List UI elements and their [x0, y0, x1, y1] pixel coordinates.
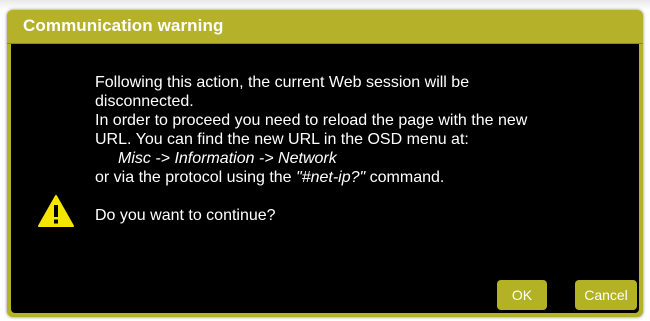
protocol-prefix: or via the protocol using the — [95, 169, 297, 186]
osd-menu-path: Misc -> Information -> Network — [118, 150, 337, 167]
ok-button[interactable]: OK — [497, 280, 547, 310]
dialog-title: Communication warning — [23, 16, 224, 35]
dialog-body: Following this action, the current Web s… — [11, 44, 639, 313]
message-spacer — [95, 187, 635, 206]
warning-triangle-icon — [38, 195, 74, 227]
backdrop-strip — [0, 0, 650, 10]
confirm-question: Do you want to continue? — [95, 207, 276, 224]
message-line: URL. You can find the new URL in the OSD… — [95, 131, 469, 148]
dialog-message: Following this action, the current Web s… — [95, 73, 635, 225]
communication-warning-dialog: Communication warning Following this act… — [7, 10, 643, 317]
message-line: Following this action, the current Web s… — [95, 74, 470, 91]
protocol-command: "#net-ip?" — [296, 169, 366, 186]
dialog-title-bar[interactable]: Communication warning — [7, 10, 643, 44]
message-line: In order to proceed you need to reload t… — [95, 112, 528, 129]
cancel-button[interactable]: Cancel — [575, 280, 637, 310]
protocol-line: or via the protocol using the "#net-ip?"… — [95, 168, 635, 187]
protocol-suffix: command. — [365, 169, 445, 186]
message-line: disconnected. — [95, 93, 194, 110]
